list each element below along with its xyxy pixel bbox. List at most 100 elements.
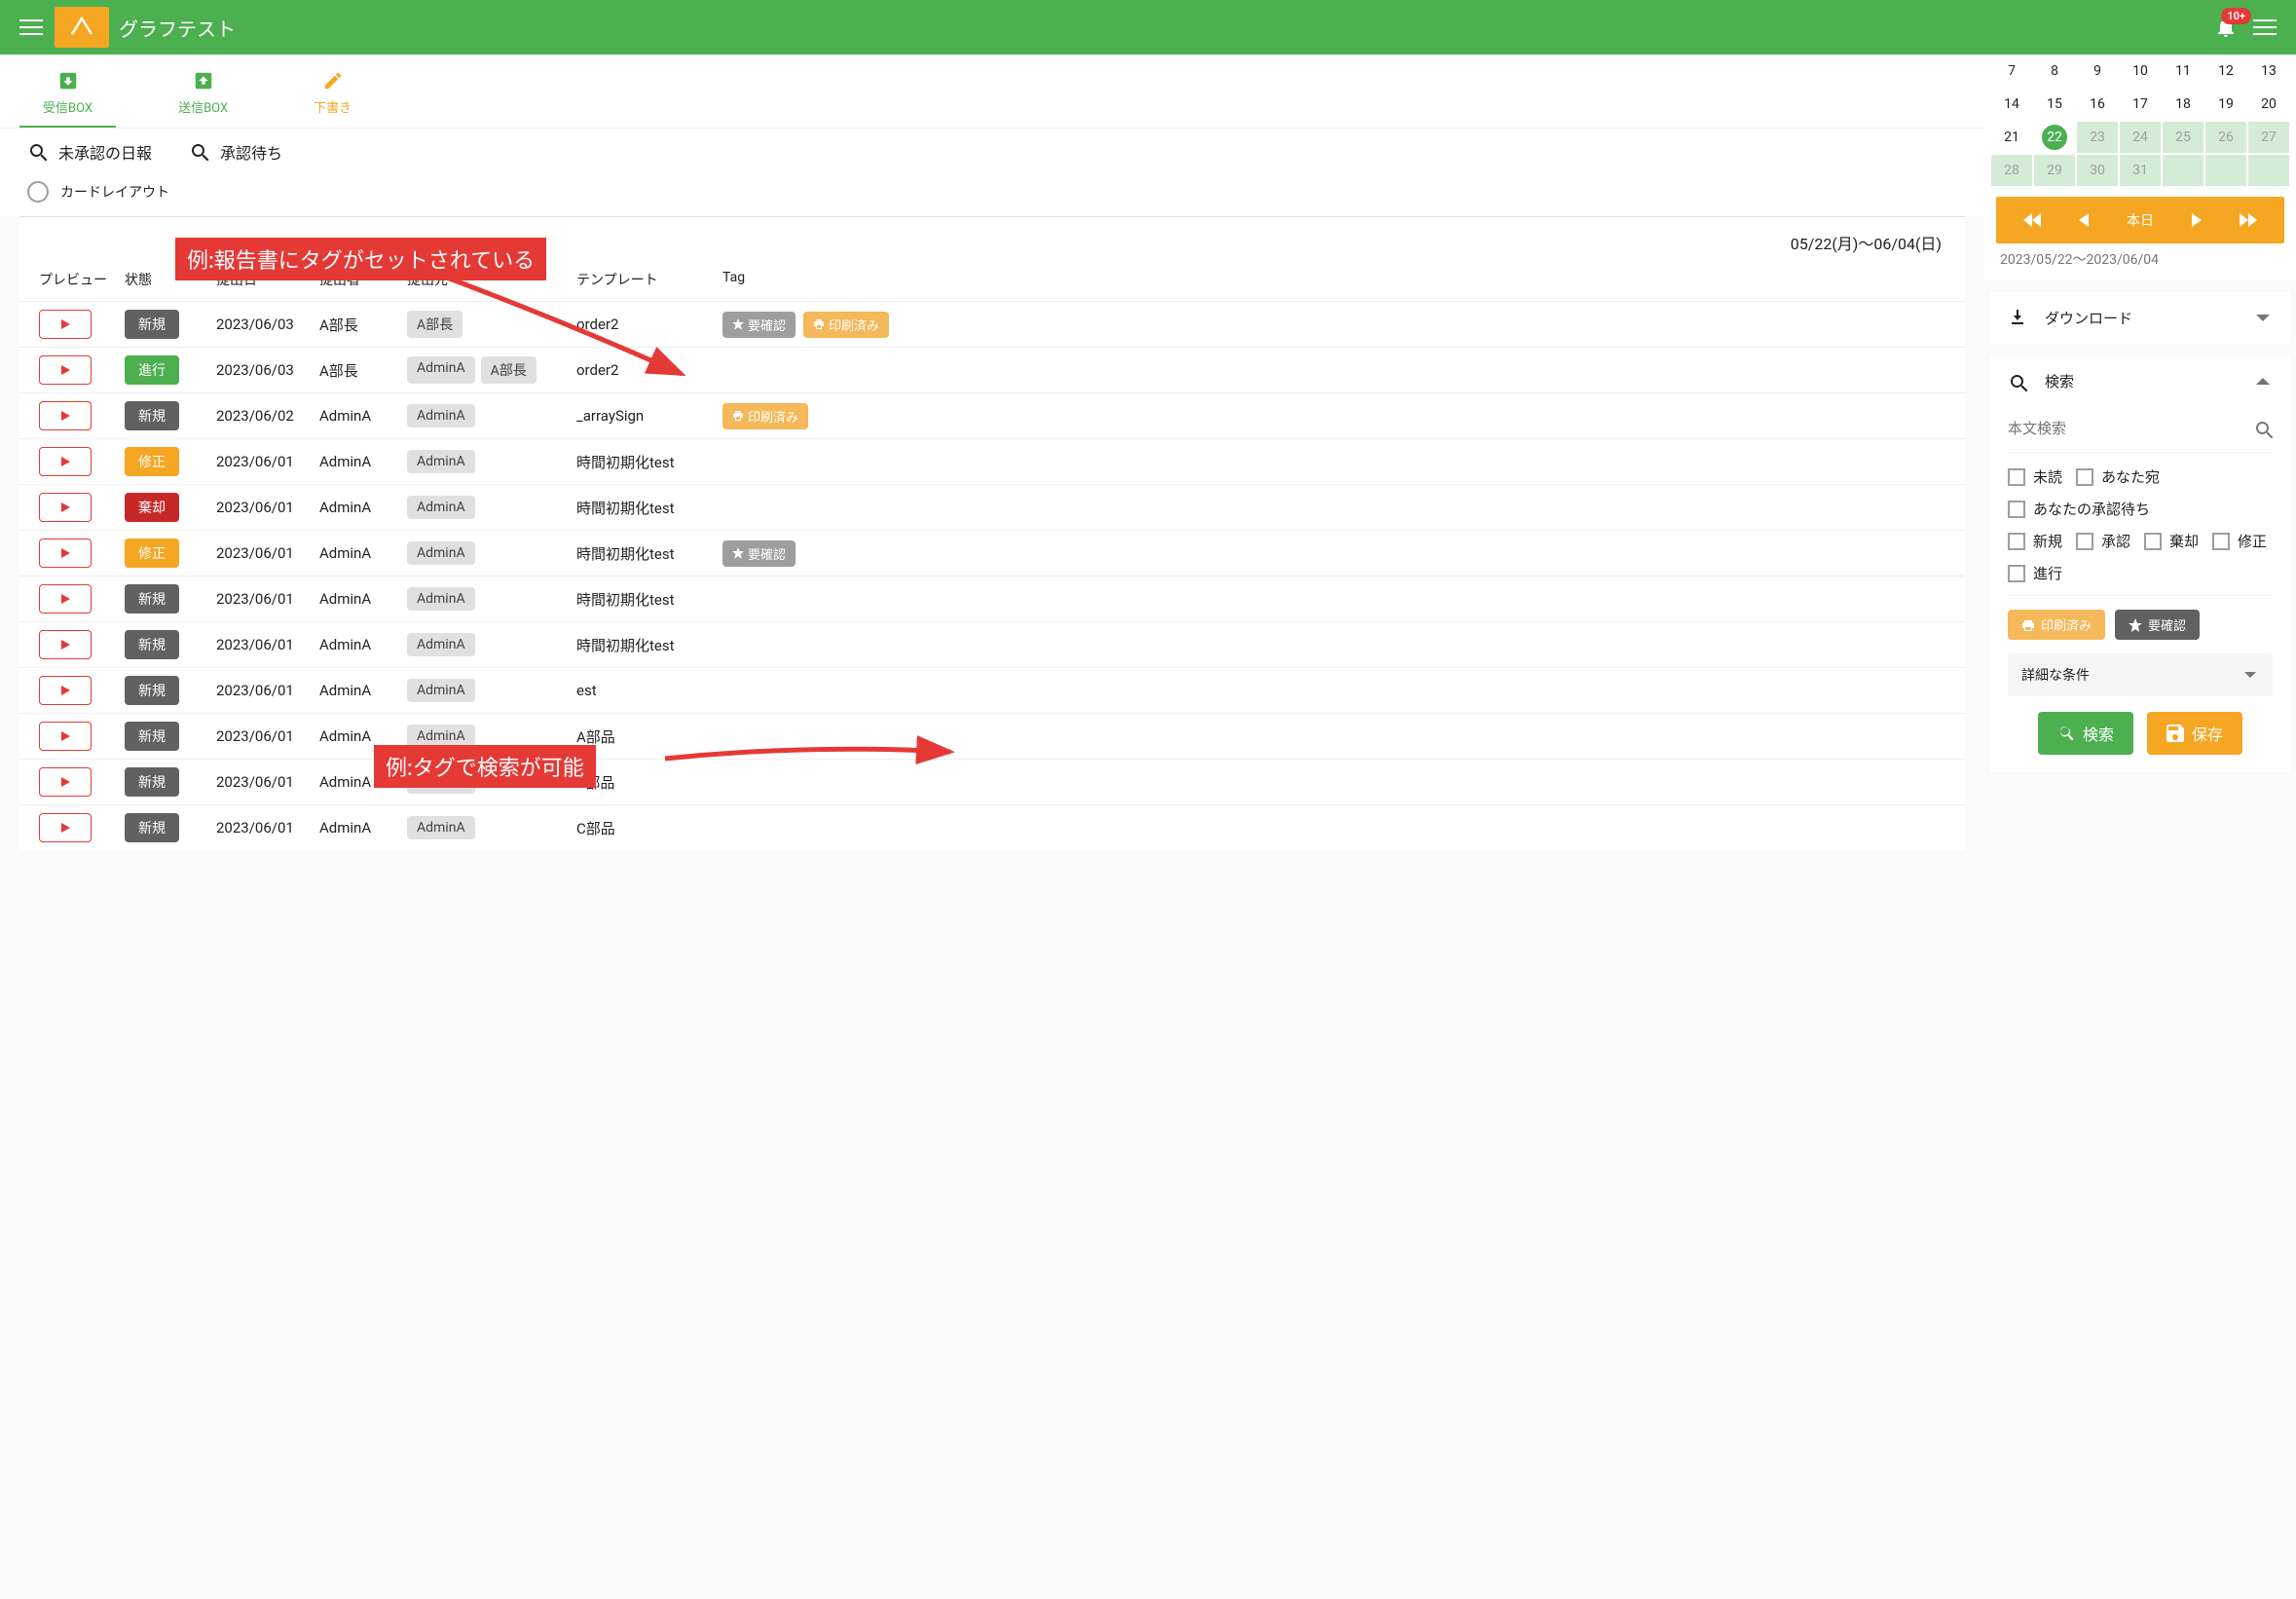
calendar-day[interactable]: 18 — [2162, 88, 2204, 121]
table-row[interactable]: 新規 2023/06/01 AdminA AdminA 時間初期化test — [19, 576, 1965, 621]
search-header[interactable]: 検索 — [1990, 355, 2290, 407]
table-row[interactable]: 棄却 2023/06/01 AdminA AdminA 時間初期化test — [19, 484, 1965, 530]
chk-approved[interactable]: 承認 — [2076, 531, 2130, 551]
layout-radio[interactable] — [27, 181, 49, 203]
dest-chip: AdminA — [407, 633, 475, 656]
cal-prev-icon[interactable] — [2071, 209, 2096, 231]
save-button[interactable]: 保存 — [2147, 712, 2242, 755]
table-row[interactable]: 新規 2023/06/01 AdminA AdminA est — [19, 667, 1965, 713]
row-tags: 要確認 — [717, 540, 1951, 567]
cal-last-icon[interactable] — [2232, 209, 2265, 231]
tab-draft[interactable]: 下書き — [290, 55, 375, 128]
calendar-day[interactable]: 29 — [2033, 154, 2076, 187]
calendar-day[interactable]: 27 — [2247, 121, 2290, 154]
search-icon — [2008, 372, 2027, 391]
calendar-range-label: 2023/05/22～2023/06/04 — [1990, 243, 2290, 275]
calendar-day[interactable]: 31 — [2119, 154, 2162, 187]
settings-menu-icon[interactable] — [2245, 8, 2284, 47]
calendar-day[interactable]: 10 — [2119, 55, 2162, 88]
calendar-day[interactable]: 20 — [2247, 88, 2290, 121]
calendar-day[interactable]: 9 — [2076, 55, 2119, 88]
bell-icon[interactable]: 10+ — [2206, 8, 2245, 47]
preview-button[interactable] — [39, 813, 92, 842]
calendar-day[interactable]: 14 — [1990, 88, 2033, 121]
dest-chip: AdminA — [407, 587, 475, 611]
tag-chip: 印刷済み — [803, 312, 889, 338]
table-row[interactable]: 進行 2023/06/03 A部長 AdminAA部長 order2 — [19, 347, 1965, 392]
calendar-day[interactable]: 30 — [2076, 154, 2119, 187]
chk-approval-pending[interactable]: あなたの承認待ち — [2008, 499, 2150, 519]
cal-first-icon[interactable] — [2016, 209, 2049, 231]
calendar-day[interactable]: 15 — [2033, 88, 2076, 121]
state-chip: 新規 — [125, 584, 179, 614]
preview-button[interactable] — [39, 630, 92, 659]
preview-button[interactable] — [39, 355, 92, 385]
preview-button[interactable] — [39, 493, 92, 522]
calendar-day[interactable]: 7 — [1990, 55, 2033, 88]
tab-outbox[interactable]: 送信BOX — [155, 55, 251, 128]
table-row[interactable]: 新規 2023/06/01 AdminA AdminA 時間初期化test — [19, 621, 1965, 667]
row-submitter: AdminA — [314, 407, 401, 425]
chevron-down-icon — [2253, 309, 2273, 328]
calendar-day[interactable]: 19 — [2204, 88, 2247, 121]
qs-pending[interactable]: 承認待ち — [189, 140, 282, 164]
cal-next-icon[interactable] — [2184, 209, 2209, 231]
search-button[interactable]: 検索 — [2038, 712, 2133, 755]
chk-unread[interactable]: 未読 — [2008, 466, 2062, 487]
calendar-day[interactable]: 8 — [2033, 55, 2076, 88]
table-row[interactable]: 新規 2023/06/03 A部長 A部長 order2 要確認印刷済み — [19, 301, 1965, 347]
tagfilter-printed[interactable]: 印刷済み — [2008, 610, 2105, 640]
calendar-day[interactable]: 22 — [2033, 121, 2076, 154]
chk-fix[interactable]: 修正 — [2212, 531, 2267, 551]
preview-button[interactable] — [39, 676, 92, 705]
calendar-day[interactable]: 21 — [1990, 121, 2033, 154]
calendar-day[interactable]: 11 — [2162, 55, 2204, 88]
calendar-day[interactable]: 28 — [1990, 154, 2033, 187]
table-row[interactable]: 修正 2023/06/01 AdminA AdminA 時間初期化test 要確… — [19, 530, 1965, 576]
table-row[interactable]: 新規 2023/06/01 AdminA AdminA C部品 — [19, 804, 1965, 850]
advanced-conditions[interactable]: 詳細な条件 — [2008, 653, 2273, 696]
table-row[interactable]: 新規 2023/06/01 AdminA AdminA B部品 — [19, 759, 1965, 804]
chk-rejected[interactable]: 棄却 — [2144, 531, 2199, 551]
save-icon — [2166, 725, 2184, 742]
chk-toyou[interactable]: あなた宛 — [2076, 466, 2160, 487]
table-row[interactable]: 新規 2023/06/02 AdminA AdminA _arraySign 印… — [19, 392, 1965, 438]
row-submitter: AdminA — [314, 636, 401, 653]
preview-button[interactable] — [39, 310, 92, 339]
calendar-day[interactable]: 25 — [2162, 121, 2204, 154]
cal-today[interactable]: 本日 — [2119, 206, 2162, 234]
chk-progress[interactable]: 進行 — [2008, 563, 2062, 583]
preview-button[interactable] — [39, 447, 92, 476]
calendar-day[interactable]: 17 — [2119, 88, 2162, 121]
calendar-day[interactable]: 12 — [2204, 55, 2247, 88]
calendar-day[interactable]: 23 — [2076, 121, 2119, 154]
state-chip: 修正 — [125, 539, 179, 568]
calendar-day[interactable]: 26 — [2204, 121, 2247, 154]
app-logo[interactable] — [55, 7, 109, 48]
table-row[interactable]: 新規 2023/06/01 AdminA AdminA A部品 — [19, 713, 1965, 759]
hamburger-icon[interactable] — [12, 8, 51, 47]
calendar-day[interactable]: 16 — [2076, 88, 2119, 121]
tab-draft-label: 下書き — [314, 97, 352, 116]
app-title: グラフテスト — [119, 14, 236, 42]
state-chip: 新規 — [125, 401, 179, 430]
preview-button[interactable] — [39, 539, 92, 568]
preview-button[interactable] — [39, 401, 92, 430]
row-date: 2023/06/01 — [210, 636, 314, 653]
calendar-day[interactable]: 24 — [2119, 121, 2162, 154]
table-row[interactable]: 修正 2023/06/01 AdminA AdminA 時間初期化test — [19, 438, 1965, 484]
col-preview: プレビュー — [33, 270, 119, 289]
preview-button[interactable] — [39, 767, 92, 797]
calendar-day[interactable]: 13 — [2247, 55, 2290, 88]
tagfilter-check[interactable]: 要確認 — [2115, 610, 2200, 640]
download-header[interactable]: ダウンロード — [1990, 292, 2290, 344]
preview-button[interactable] — [39, 722, 92, 751]
qs-unapproved[interactable]: 未承認の日報 — [27, 140, 152, 164]
state-chip: 新規 — [125, 813, 179, 842]
state-chip: 新規 — [125, 676, 179, 705]
preview-button[interactable] — [39, 584, 92, 614]
search-icon[interactable] — [2253, 419, 2273, 438]
search-text-input[interactable] — [2008, 420, 2253, 437]
chk-new[interactable]: 新規 — [2008, 531, 2062, 551]
tab-inbox[interactable]: 受信BOX — [19, 55, 116, 128]
